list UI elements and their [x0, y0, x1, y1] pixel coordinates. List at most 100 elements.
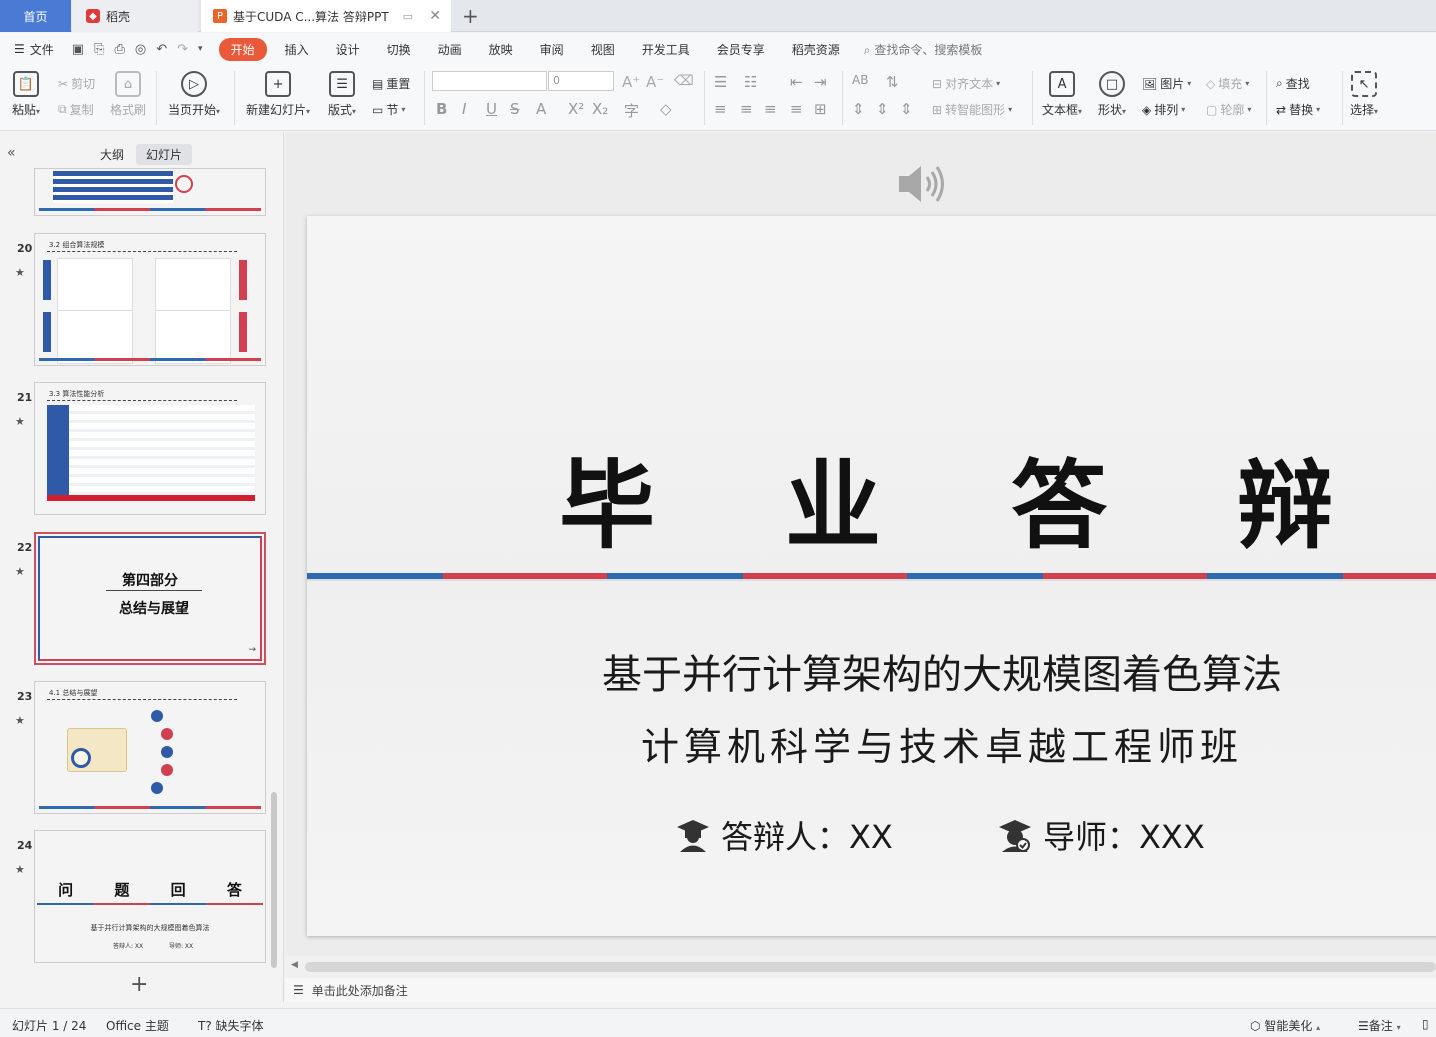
font-color-icon[interactable]: A: [536, 100, 546, 118]
theme-name[interactable]: Office 主题: [106, 1017, 169, 1034]
find-button[interactable]: ⌕ 查找: [1276, 75, 1310, 92]
para-spacing-icon[interactable]: ⇕: [876, 100, 889, 118]
cut-button[interactable]: ✂ 剪切: [58, 75, 95, 92]
numbering-icon[interactable]: ☷: [744, 73, 757, 91]
copy-button[interactable]: ⧉ 复制: [58, 101, 94, 118]
scroll-left-icon[interactable]: ◀: [291, 960, 298, 970]
tab-transition[interactable]: 切换: [378, 38, 420, 61]
font-family-select[interactable]: [432, 71, 547, 91]
tab-insert[interactable]: 插入: [276, 38, 318, 61]
preview-icon[interactable]: ◎: [135, 42, 146, 57]
font-size-select[interactable]: 0: [548, 71, 614, 91]
tab-view[interactable]: 视图: [582, 38, 624, 61]
line-spacing-icon[interactable]: ⇕: [852, 100, 865, 118]
panel-tab-outline[interactable]: 大纲: [90, 144, 134, 165]
fill-button[interactable]: ◇ 填充 ▾: [1206, 75, 1249, 92]
tab-design[interactable]: 设计: [327, 38, 369, 61]
undo-icon[interactable]: ↶: [156, 42, 167, 57]
tab-home[interactable]: 首页: [0, 0, 71, 32]
align-text-button[interactable]: ⊟ 对齐文本 ▾: [932, 75, 1000, 92]
italic-icon[interactable]: I: [462, 100, 466, 118]
justify-icon[interactable]: ≡: [790, 100, 803, 118]
section-button[interactable]: ▭ 节 ▾: [372, 101, 405, 118]
replace-button[interactable]: ⇄ 替换 ▾: [1276, 101, 1320, 118]
eraser-icon[interactable]: ⌫: [674, 73, 694, 89]
command-search[interactable]: ⌕ 查找命令、搜索模板: [864, 41, 983, 58]
strikethrough-icon[interactable]: S: [510, 100, 520, 118]
beautify-button[interactable]: ⬡ 智能美化 ▴: [1250, 1017, 1320, 1034]
underline-icon[interactable]: U: [486, 100, 497, 118]
align-left-icon[interactable]: ≡: [714, 100, 727, 118]
decrease-font-icon[interactable]: A⁻: [646, 73, 664, 91]
layout-button[interactable]: ☰ 版式▾: [328, 71, 356, 118]
export-icon[interactable]: ⎘: [94, 42, 104, 57]
outline-button[interactable]: ▢ 轮廓 ▾: [1206, 101, 1251, 118]
missing-font-button[interactable]: T? 缺失字体: [198, 1017, 264, 1034]
slide-thumb-21[interactable]: 3.3 算法性能分析: [34, 382, 266, 515]
file-menu[interactable]: ☰ 文件: [0, 41, 68, 58]
new-slide-button[interactable]: + 新建幻灯片▾: [246, 71, 310, 118]
phonetic-icon[interactable]: 字: [624, 100, 639, 121]
text-direction-icon[interactable]: AB: [852, 73, 868, 87]
slide-thumb-19[interactable]: [34, 168, 266, 216]
speaker-icon[interactable]: [895, 160, 947, 211]
indent-increase-icon[interactable]: ⇥: [814, 73, 827, 91]
from-current-button[interactable]: ▷ 当页开始▾: [168, 71, 220, 118]
panel-tab-slides[interactable]: 幻灯片: [136, 144, 193, 165]
save-icon[interactable]: ▣: [72, 42, 84, 57]
textbox-button[interactable]: A 文本框▾: [1042, 71, 1082, 118]
slide-thumb-23[interactable]: 4.1 总结与展望: [34, 681, 266, 814]
distribute-icon[interactable]: ⊞: [814, 100, 827, 118]
tab-start[interactable]: 开始: [218, 37, 267, 61]
sort-icon[interactable]: ⇅: [886, 73, 899, 91]
superscript-icon[interactable]: X²: [568, 100, 584, 118]
tab-developer[interactable]: 开发工具: [633, 38, 699, 61]
notes-area[interactable]: ☰ 单击此处添加备注: [285, 978, 1436, 1002]
tab-document[interactable]: P 基于CUDA C...算法 答辩PPT ▭ ✕: [201, 0, 451, 32]
tab-slideshow[interactable]: 放映: [480, 38, 522, 61]
tab-daoke-resources[interactable]: 稻壳资源: [783, 38, 849, 61]
close-tab-icon[interactable]: ✕: [429, 8, 441, 24]
panel-scrollbar[interactable]: [271, 792, 277, 968]
subscript-icon[interactable]: X₂: [592, 100, 608, 118]
bullets-icon[interactable]: ☰: [714, 73, 727, 91]
arrange-button[interactable]: ◈ 排列 ▾: [1142, 101, 1185, 118]
paste-button[interactable]: 📋 粘贴▾: [12, 71, 40, 118]
notes-toggle-button[interactable]: ☰备注 ▾: [1358, 1017, 1401, 1034]
add-slide-icon[interactable]: +: [130, 972, 148, 997]
shape-button[interactable]: □ 形状▾: [1098, 71, 1126, 118]
advisor-name: 导师：XXX: [1043, 818, 1205, 856]
current-slide[interactable]: 毕 业 答 辩 基于并行计算架构的大规模图着色算法 计算机科学与技术卓越工程师班: [307, 216, 1436, 936]
tab-member[interactable]: 会员专享: [708, 38, 774, 61]
slide-thumb-22[interactable]: 第四部分 总结与展望 →: [34, 532, 266, 665]
pin-icon[interactable]: ▭: [403, 10, 413, 23]
indent-decrease-icon[interactable]: ⇤: [790, 73, 803, 91]
redo-icon[interactable]: ↷: [177, 42, 188, 57]
smartart-button[interactable]: ⊞ 转智能图形 ▾: [932, 101, 1012, 118]
highlight-icon[interactable]: ◇: [660, 100, 672, 118]
horizontal-scrollbar[interactable]: ◀: [285, 956, 1436, 978]
slide-thumb-20[interactable]: 3.2 组合算法规模: [34, 233, 266, 366]
normal-view-icon[interactable]: ▯: [1422, 1017, 1429, 1031]
increase-font-icon[interactable]: A⁺: [622, 73, 640, 91]
columns-icon[interactable]: ⇕: [900, 100, 913, 118]
align-center-icon[interactable]: ≡: [740, 100, 753, 118]
collapse-panel-icon[interactable]: «: [7, 145, 16, 161]
new-tab-icon[interactable]: +: [462, 4, 479, 28]
select-button[interactable]: ↖ 选择▾: [1350, 71, 1378, 118]
slide-thumb-24[interactable]: 问 题 回 答 基于并行计算架构的大规模图着色算法 答辩人: XX 导师: XX: [34, 830, 266, 963]
tab-review[interactable]: 审阅: [531, 38, 573, 61]
print-icon[interactable]: ⎙: [114, 42, 124, 57]
tab-daoke[interactable]: ◆ 稻壳: [72, 0, 198, 32]
reset-button[interactable]: ▤ 重置: [372, 75, 410, 92]
tab-animation[interactable]: 动画: [429, 38, 471, 61]
more-icon[interactable]: ▾: [198, 44, 203, 54]
thumb-divider: [106, 590, 202, 591]
smartart-label: 转智能图形: [945, 103, 1006, 117]
format-painter-button[interactable]: ⌂ 格式刷: [110, 71, 146, 118]
picture-icon: 🖼: [1142, 76, 1158, 91]
scroll-thumb[interactable]: [305, 962, 1436, 972]
bold-icon[interactable]: B: [436, 100, 447, 118]
picture-button[interactable]: 🖼 图片 ▾: [1142, 75, 1191, 92]
align-right-icon[interactable]: ≡: [764, 100, 777, 118]
